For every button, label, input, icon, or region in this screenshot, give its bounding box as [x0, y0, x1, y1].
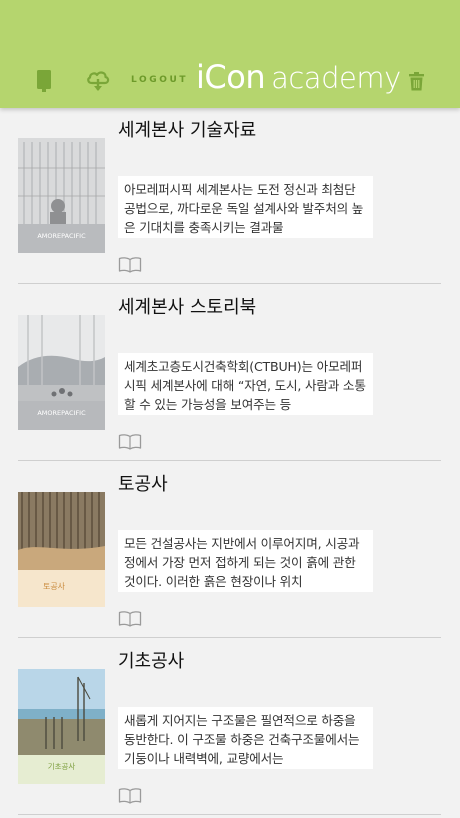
book-description: 세계초고층도시건축학회(CTBUH)는 아모레퍼시픽 세계본사에 대해 “자연,…	[118, 353, 373, 415]
list-item[interactable]: AMOREPACIFIC 세계본사 스토리북 세계초고층도시건축학회(CTBUH…	[0, 285, 460, 462]
list-divider	[18, 814, 441, 815]
book-description: 아모레퍼시픽 세계본사는 도전 정신과 최첨단 공법으로, 까다로운 독일 설계…	[118, 176, 373, 238]
book-cover-image[interactable]: AMOREPACIFIC	[18, 138, 105, 253]
logout-button[interactable]: LOGOUT	[131, 75, 188, 89]
open-book-icon[interactable]	[118, 256, 142, 274]
open-book-icon[interactable]	[118, 433, 142, 451]
svg-text:토공사: 토공사	[43, 582, 66, 591]
book-title[interactable]: 세계본사 스토리북	[118, 297, 256, 319]
app-logo: iCon academy	[196, 58, 401, 104]
cloud-download-icon[interactable]	[85, 68, 111, 94]
book-title[interactable]: 토공사	[118, 474, 168, 496]
book-cover-image[interactable]: 토공사	[18, 492, 105, 607]
open-book-icon[interactable]	[118, 610, 142, 628]
list-item[interactable]: 기초공사 기초공사 새롭게 지어지는 구조물은 필연적으로 하중을 동반한다. …	[0, 639, 460, 816]
svg-text:AMOREPACIFIC: AMOREPACIFIC	[37, 409, 86, 417]
book-title[interactable]: 세계본사 기술자료	[118, 120, 256, 142]
list-item[interactable]: 토공사 토공사 모든 건설공사는 지반에서 이루어지며, 시공과정에서 가장 먼…	[0, 462, 460, 639]
book-description: 모든 건설공사는 지반에서 이루어지며, 시공과정에서 가장 먼저 접하게 되는…	[118, 530, 373, 592]
svg-text:기초공사: 기초공사	[48, 762, 76, 771]
brand-icon-text: iCon	[196, 58, 266, 96]
open-book-icon[interactable]	[118, 787, 142, 805]
trash-icon[interactable]	[408, 72, 425, 91]
app-header: LOGOUT iCon academy	[0, 0, 460, 108]
list-divider	[18, 283, 441, 284]
book-cover-image[interactable]: 기초공사	[18, 669, 105, 784]
book-description: 새롭게 지어지는 구조물은 필연적으로 하중을 동반한다. 이 구조물 하중은 …	[118, 707, 373, 769]
list-divider	[18, 637, 441, 638]
tablet-icon[interactable]	[35, 69, 53, 93]
book-cover-image[interactable]: AMOREPACIFIC	[18, 315, 105, 430]
list-divider	[18, 460, 441, 461]
svg-text:AMOREPACIFIC: AMOREPACIFIC	[37, 232, 86, 240]
list-item[interactable]: AMOREPACIFIC 세계본사 기술자료 아모레퍼시픽 세계본사는 도전 정…	[0, 108, 460, 285]
book-title[interactable]: 기초공사	[118, 651, 184, 673]
brand-academy-text: academy	[271, 61, 401, 95]
